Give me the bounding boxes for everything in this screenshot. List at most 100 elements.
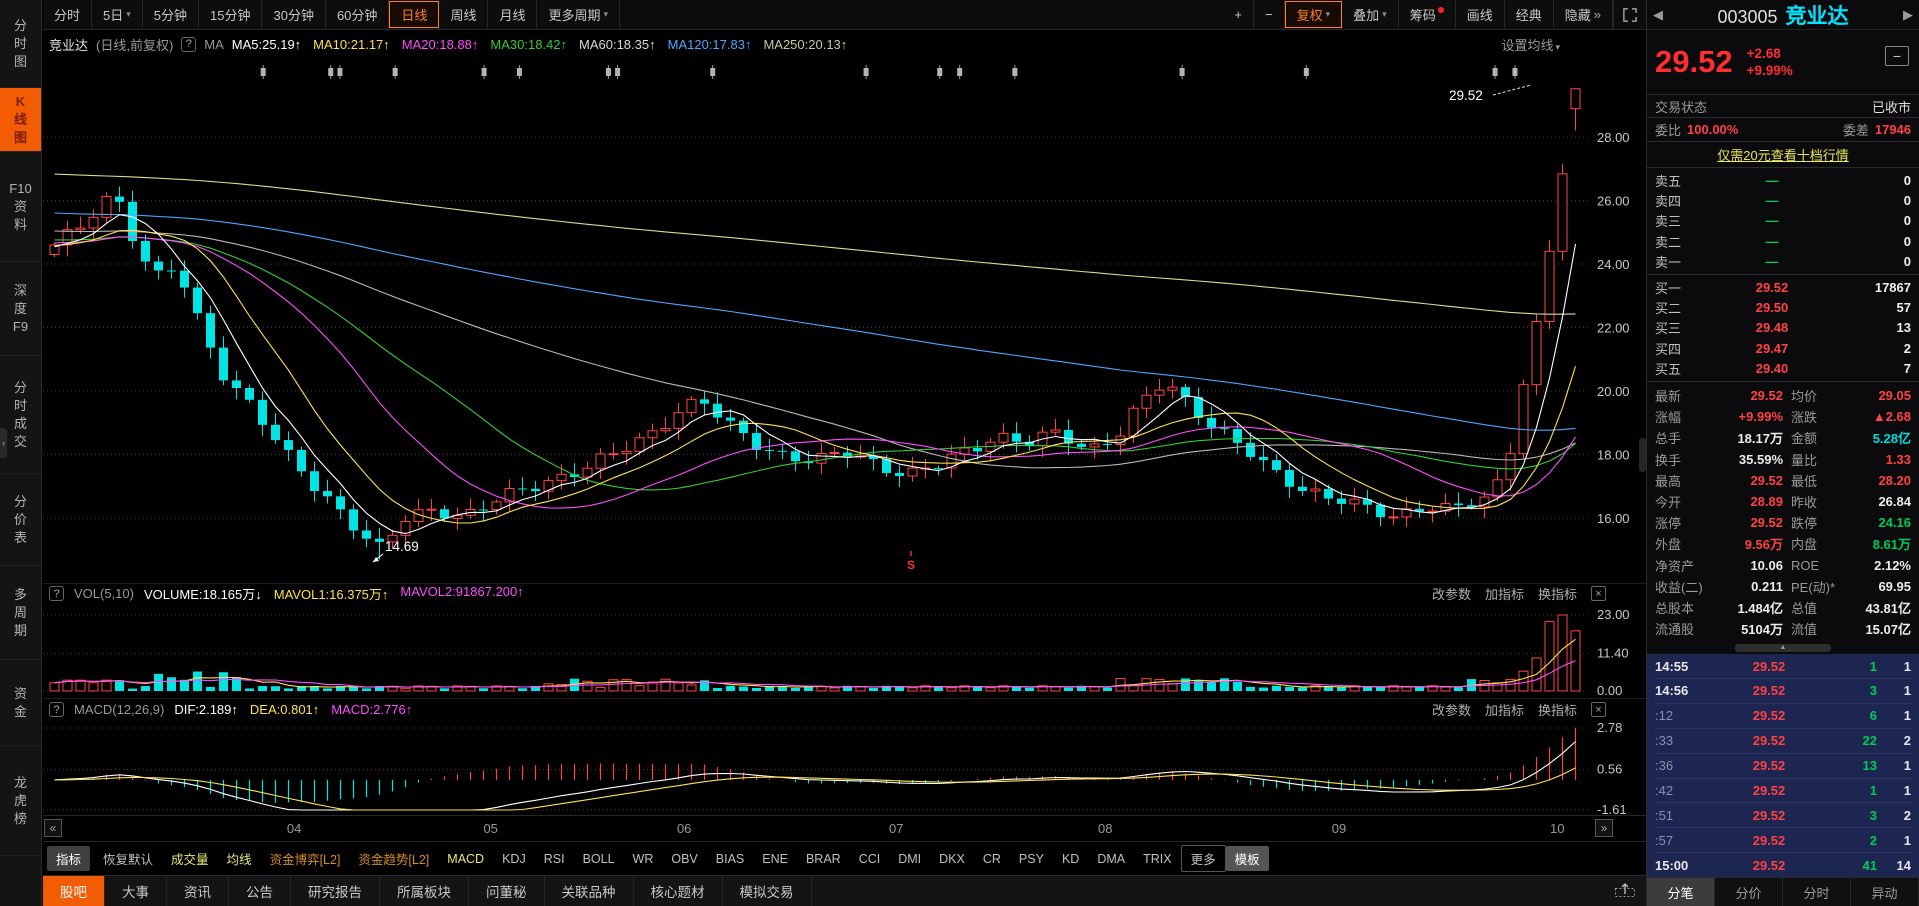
tool-button-经典[interactable]: 经典	[1505, 0, 1554, 29]
nav-tab-公告[interactable]: 公告	[229, 876, 291, 906]
zoom-in-button[interactable]: +	[1223, 0, 1254, 29]
nav-tab-所属板块[interactable]: 所属板块	[380, 876, 469, 906]
nav-tab-大事[interactable]: 大事	[105, 876, 167, 906]
indicator-tab-CCI[interactable]: CCI	[850, 849, 890, 869]
detail-row: 收益(二)0.211PE(动)*69.95	[1655, 576, 1911, 597]
help-icon[interactable]: ?	[181, 37, 196, 52]
tick-volume: 22	[1835, 733, 1877, 748]
indicator-tab-BOLL[interactable]: BOLL	[574, 849, 624, 869]
close-icon[interactable]: ×	[1591, 586, 1606, 601]
period-tab-60分钟[interactable]: 60分钟	[326, 0, 389, 29]
period-tab-5日[interactable]: 5日▾	[92, 0, 143, 29]
macd-chart[interactable]: 2.780.56-1.61	[43, 720, 1646, 815]
nav-tab-资讯[interactable]: 资讯	[167, 876, 229, 906]
indicator-tab-KDJ[interactable]: KDJ	[493, 849, 535, 869]
tool-button-隐藏[interactable]: 隐藏»	[1554, 0, 1613, 29]
period-tab-月线[interactable]: 月线	[488, 0, 537, 29]
detail-label: 总手	[1655, 428, 1711, 447]
tick-tab-异动[interactable]: 异动	[1851, 878, 1919, 906]
indicator-tab-TRIX[interactable]: TRIX	[1134, 849, 1180, 869]
sidebar-item-分时图[interactable]: 分时图	[0, 0, 41, 88]
indicator-tab-更多[interactable]: 更多	[1181, 845, 1226, 872]
prev-stock-icon[interactable]: ◀	[1653, 7, 1663, 23]
indicator-tab-CR[interactable]: CR	[974, 849, 1010, 869]
period-tab-日线[interactable]: 日线	[389, 1, 439, 28]
volume-chart[interactable]: 23.0011.400.00	[43, 603, 1646, 698]
indicator-tab-WR[interactable]: WR	[624, 849, 663, 869]
nav-tab-核心题材[interactable]: 核心题材	[634, 876, 723, 906]
indicator-tab-KD[interactable]: KD	[1053, 849, 1088, 869]
ma-settings-button[interactable]: 设置均线▾	[1501, 35, 1560, 54]
sidebar-item-龙虎榜[interactable]: 龙虎榜	[0, 746, 41, 856]
next-stock-icon[interactable]: ▶	[1903, 7, 1913, 23]
sidebar-item-K线图[interactable]: K线图	[0, 88, 41, 152]
period-tab-15分钟[interactable]: 15分钟	[199, 0, 262, 29]
help-icon[interactable]: ?	[49, 586, 64, 601]
indicator-tab-BRAR[interactable]: BRAR	[797, 849, 850, 869]
zoom-out-button[interactable]: −	[1254, 0, 1285, 29]
collapse-panel-button[interactable]: −	[1885, 46, 1909, 66]
macd-action-改参数[interactable]: 改参数	[1432, 700, 1471, 719]
fullscreen-icon[interactable]	[1613, 0, 1646, 29]
level2-promo-link[interactable]: 仅需20元查看十档行情	[1717, 145, 1848, 164]
tick-list[interactable]: 14:5529.521114:5629.5231:1229.5261:3329.…	[1647, 654, 1919, 877]
indicator-tab-OBV[interactable]: OBV	[662, 849, 706, 869]
indicator-tab-恢复默认[interactable]: 恢复默认	[94, 846, 162, 871]
sidebar-item-资金[interactable]: 资金	[0, 660, 41, 746]
indicator-tab-指标[interactable]: 指标	[47, 846, 90, 871]
indicator-tab-BIAS[interactable]: BIAS	[707, 849, 754, 869]
indicator-tab-DMA[interactable]: DMA	[1088, 849, 1134, 869]
panel-expand-icon[interactable]	[1614, 881, 1636, 901]
nav-tab-关联品种[interactable]: 关联品种	[545, 876, 634, 906]
sidebar-item-F10资料[interactable]: F10资料	[0, 152, 41, 262]
period-tab-30分钟[interactable]: 30分钟	[262, 0, 325, 29]
tick-tab-分时[interactable]: 分时	[1783, 878, 1851, 906]
nav-tab-模拟交易[interactable]: 模拟交易	[723, 876, 812, 906]
scroll-left-icon[interactable]: «	[44, 819, 62, 837]
scroll-right-icon[interactable]: »	[1595, 819, 1613, 837]
indicator-tab-RSI[interactable]: RSI	[535, 849, 574, 869]
detail-value: 1.484亿	[1711, 598, 1783, 617]
period-tab-5分钟[interactable]: 5分钟	[143, 0, 199, 29]
indicator-tab-模板[interactable]: 模板	[1226, 846, 1269, 871]
tool-button-叠加[interactable]: 叠加▾	[1342, 0, 1399, 29]
sidebar-item-多周期[interactable]: 多周期	[0, 566, 41, 660]
detail-value: 15.07亿	[1849, 619, 1911, 638]
indicator-tab-MACD[interactable]: MACD	[438, 849, 493, 869]
period-tab-周线[interactable]: 周线	[439, 0, 488, 29]
macd-action-换指标[interactable]: 换指标	[1538, 700, 1577, 719]
tick-volume: 2	[1835, 833, 1877, 848]
tick-tab-分价[interactable]: 分价	[1715, 878, 1783, 906]
indicator-tab-成交量[interactable]: 成交量	[162, 846, 218, 871]
indicator-tab-DKX[interactable]: DKX	[930, 849, 974, 869]
indicator-tab-PSY[interactable]: PSY	[1010, 849, 1053, 869]
sidebar-item-分价表[interactable]: 分价表	[0, 474, 41, 566]
period-tab-更多周期[interactable]: 更多周期▾	[537, 0, 620, 29]
indicator-tab-均线[interactable]: 均线	[218, 846, 261, 871]
panel-splitter-handle[interactable]	[1639, 438, 1646, 472]
nav-tab-研究报告[interactable]: 研究报告	[291, 876, 380, 906]
nav-tab-问董秘[interactable]: 问董秘	[469, 876, 545, 906]
sidebar-item-深度F9[interactable]: 深度F9	[0, 262, 41, 356]
trading-terminal: 分时图K线图F10资料深度F9分时成交分价表多周期资金龙虎榜 › 分时5日▾5分…	[0, 0, 1919, 906]
tool-button-画线[interactable]: 画线	[1456, 0, 1505, 29]
sidebar-collapse-handle[interactable]: ›	[0, 428, 7, 458]
kline-chart[interactable]: 28.0026.0024.0022.0020.0018.0016.0029.52…	[43, 58, 1646, 583]
collapse-handle[interactable]: ▲	[1647, 642, 1919, 654]
tool-button-复权[interactable]: 复权▾	[1285, 1, 1343, 28]
tool-button-筹码[interactable]: 筹码	[1399, 0, 1456, 29]
help-icon[interactable]: ?	[49, 702, 64, 717]
indicator-tab-资金趋势[L2][interactable]: 资金趋势[L2]	[349, 846, 438, 871]
stock-name[interactable]: 竞业达	[1786, 0, 1849, 30]
volume-action-换指标[interactable]: 换指标	[1538, 584, 1577, 603]
indicator-tab-DMI[interactable]: DMI	[889, 849, 930, 869]
volume-action-加指标[interactable]: 加指标	[1485, 584, 1524, 603]
nav-tab-股吧[interactable]: 股吧	[43, 876, 105, 906]
indicator-tab-资金博弈[L2][interactable]: 资金博弈[L2]	[261, 846, 350, 871]
macd-action-加指标[interactable]: 加指标	[1485, 700, 1524, 719]
period-tab-分时[interactable]: 分时	[43, 0, 92, 29]
close-icon[interactable]: ×	[1591, 702, 1606, 717]
tick-tab-分笔[interactable]: 分笔	[1647, 878, 1715, 906]
volume-action-改参数[interactable]: 改参数	[1432, 584, 1471, 603]
indicator-tab-ENE[interactable]: ENE	[753, 849, 797, 869]
